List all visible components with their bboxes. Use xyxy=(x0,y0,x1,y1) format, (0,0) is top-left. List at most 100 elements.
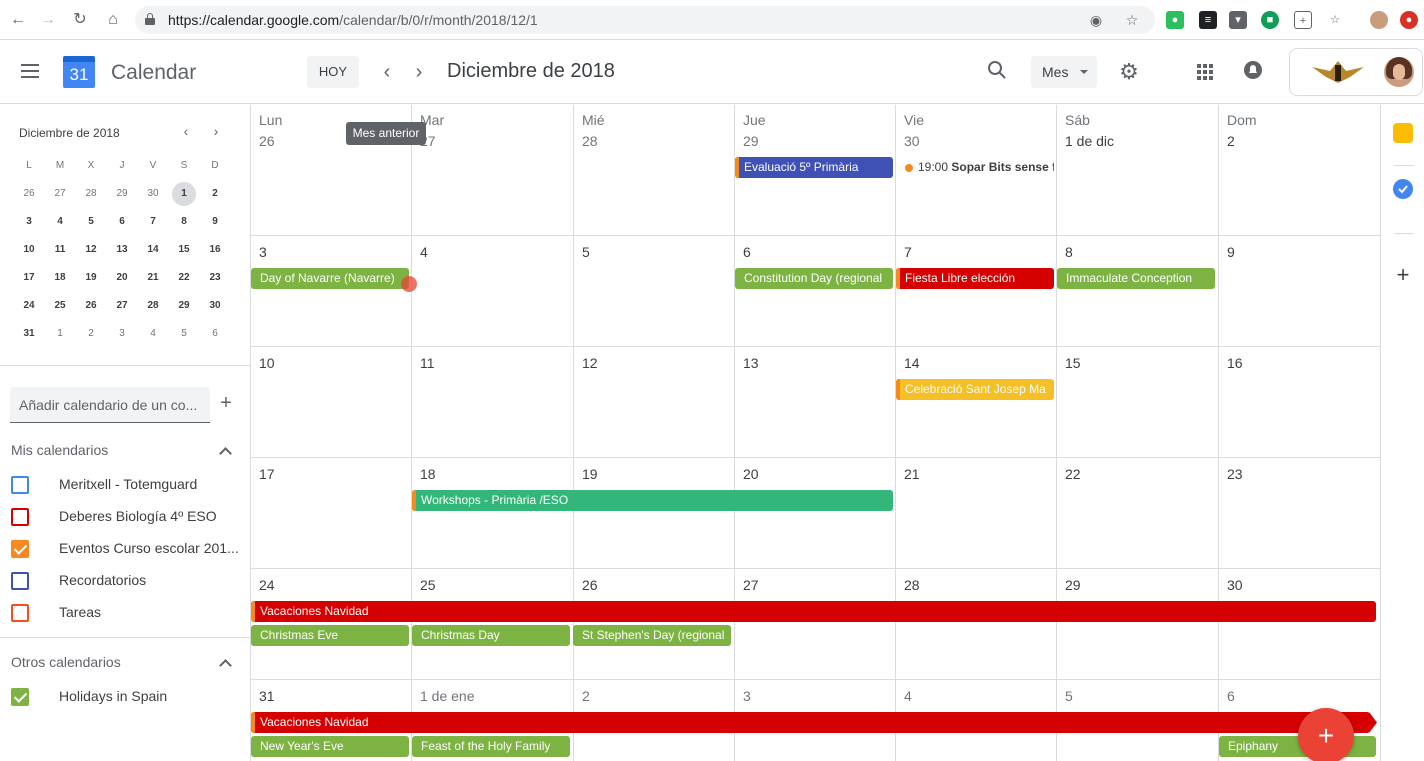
star-extension-icon[interactable]: ☆ xyxy=(1326,11,1344,29)
event-chip[interactable]: Evaluació 5º Primària xyxy=(735,157,893,178)
previous-month-chevron-icon[interactable]: ‹ xyxy=(375,60,399,84)
mini-calendar-day[interactable]: 7 xyxy=(141,210,165,234)
mini-calendar-day[interactable]: 17 xyxy=(17,266,41,290)
mini-calendar-day[interactable]: 28 xyxy=(141,294,165,318)
mini-calendar-day[interactable]: 4 xyxy=(141,322,165,346)
event-chip[interactable]: New Year's Eve xyxy=(251,736,409,757)
event-chip[interactable]: Vacaciones Navidad xyxy=(251,601,1376,622)
event-chip[interactable]: Day of Navarre (Navarre) xyxy=(251,268,409,289)
mini-calendar-day[interactable]: 22 xyxy=(172,266,196,290)
day-number[interactable]: 5 xyxy=(582,244,590,260)
day-number[interactable]: 30 xyxy=(1227,577,1243,593)
mini-calendar-day[interactable]: 4 xyxy=(48,210,72,234)
day-number[interactable]: 29 xyxy=(1065,577,1081,593)
mini-calendar-day[interactable]: 25 xyxy=(48,294,72,318)
mini-calendar-day[interactable]: 2 xyxy=(203,182,227,206)
mini-calendar-day[interactable]: 12 xyxy=(79,238,103,262)
keep-icon[interactable] xyxy=(1393,123,1413,143)
day-number[interactable]: 4 xyxy=(904,688,912,704)
mini-calendar-day[interactable]: 16 xyxy=(203,238,227,262)
day-number[interactable]: 3 xyxy=(259,244,267,260)
mini-calendar-day[interactable]: 2 xyxy=(79,322,103,346)
day-number[interactable]: 12 xyxy=(582,355,598,371)
calendar-checkbox[interactable] xyxy=(11,572,29,590)
mini-calendar-day[interactable]: 3 xyxy=(17,210,41,234)
pocket-icon[interactable]: ▾ xyxy=(1229,11,1247,29)
mini-calendar-day[interactable]: 5 xyxy=(79,210,103,234)
day-number[interactable]: 11 xyxy=(420,355,435,371)
mini-calendar-day[interactable]: 18 xyxy=(48,266,72,290)
calendar-list-item[interactable]: Eventos Curso escolar 201... xyxy=(11,537,247,561)
event-chip[interactable]: Vacaciones Navidad xyxy=(251,712,1370,733)
other-calendars-chevron-up-icon[interactable] xyxy=(219,657,233,671)
calendar-list-item[interactable]: Deberes Biología 4º ESO xyxy=(11,505,247,529)
day-number[interactable]: 20 xyxy=(743,466,759,482)
day-number[interactable]: 2 xyxy=(1227,133,1235,149)
create-event-plus-icon[interactable]: + xyxy=(1298,708,1354,761)
calendar-list-item[interactable]: Holidays in Spain xyxy=(11,685,247,709)
day-number[interactable]: 13 xyxy=(743,355,759,371)
calendar-checkbox[interactable] xyxy=(11,604,29,622)
day-number[interactable]: 23 xyxy=(1227,466,1243,482)
day-number[interactable]: 15 xyxy=(1065,355,1081,371)
home-icon[interactable]: ⌂ xyxy=(103,10,123,30)
today-button[interactable]: HOY xyxy=(307,56,359,88)
calendar-checkbox[interactable] xyxy=(11,688,29,706)
eye-icon[interactable]: ◉ xyxy=(1087,11,1105,29)
other-calendars-title[interactable]: Otros calendarios xyxy=(11,654,121,670)
bookmark-star-icon[interactable]: ☆ xyxy=(1123,11,1141,29)
notifications-icon[interactable] xyxy=(1241,60,1265,84)
evernote-icon[interactable]: ● xyxy=(1166,11,1184,29)
main-menu-icon[interactable] xyxy=(21,64,39,78)
event-chip[interactable]: Fiesta Libre elección xyxy=(896,268,1054,289)
mini-calendar-day[interactable]: 1 xyxy=(172,182,196,206)
mini-calendar-day[interactable]: 30 xyxy=(141,182,165,206)
event-chip[interactable]: Constitution Day (regional xyxy=(735,268,893,289)
reload-icon[interactable]: ↻ xyxy=(70,10,90,30)
search-icon[interactable] xyxy=(985,60,1009,84)
add-calendar-input[interactable]: Añadir calendario de un co... xyxy=(10,387,210,423)
day-number[interactable]: 31 xyxy=(259,688,275,704)
mini-calendar-day[interactable]: 24 xyxy=(17,294,41,318)
gear-icon[interactable]: ⚙ xyxy=(1117,60,1141,84)
event-chip[interactable]: Christmas Eve xyxy=(251,625,409,646)
my-calendars-chevron-up-icon[interactable] xyxy=(219,445,233,459)
day-number[interactable]: 19 xyxy=(582,466,598,482)
day-number[interactable]: 29 xyxy=(743,133,759,149)
profile-avatar-icon[interactable] xyxy=(1370,11,1388,29)
day-number[interactable]: 7 xyxy=(904,244,912,260)
buffer-icon[interactable]: ≡ xyxy=(1199,11,1217,29)
day-number[interactable]: 2 xyxy=(582,688,590,704)
apps-grid-icon[interactable] xyxy=(1197,64,1213,80)
mini-calendar-day[interactable]: 31 xyxy=(17,322,41,346)
mini-calendar-day[interactable]: 29 xyxy=(110,182,134,206)
day-number[interactable]: 30 xyxy=(904,133,920,149)
tasks-icon[interactable] xyxy=(1393,179,1413,199)
day-number[interactable]: 6 xyxy=(743,244,751,260)
mini-calendar-day[interactable]: 27 xyxy=(48,182,72,206)
add-calendar-plus-icon[interactable]: + xyxy=(216,393,236,413)
day-number[interactable]: 1 de ene xyxy=(420,688,475,704)
day-number[interactable]: 27 xyxy=(743,577,759,593)
mini-calendar-day[interactable]: 23 xyxy=(203,266,227,290)
day-number[interactable]: 3 xyxy=(743,688,751,704)
forward-arrow-icon[interactable]: → xyxy=(38,10,58,30)
event-chip[interactable]: Workshops - Primària /ESO xyxy=(412,490,893,511)
mini-calendar-day[interactable]: 29 xyxy=(172,294,196,318)
mini-calendar-day[interactable]: 21 xyxy=(141,266,165,290)
event-chip[interactable]: Christmas Day xyxy=(412,625,570,646)
calendar-list-item[interactable]: Meritxell - Totemguard xyxy=(11,473,247,497)
day-number[interactable]: 21 xyxy=(904,466,920,482)
day-number[interactable]: 22 xyxy=(1065,466,1081,482)
mini-calendar-day[interactable]: 19 xyxy=(79,266,103,290)
mini-prev-chevron-icon[interactable]: ‹ xyxy=(178,123,194,139)
screenshot-extension-icon[interactable]: + xyxy=(1294,11,1312,29)
mini-calendar-day[interactable]: 6 xyxy=(110,210,134,234)
day-number[interactable]: 16 xyxy=(1227,355,1243,371)
mini-calendar-day[interactable]: 26 xyxy=(79,294,103,318)
account-switcher[interactable] xyxy=(1289,48,1423,96)
mini-calendar-day[interactable]: 5 xyxy=(172,322,196,346)
day-number[interactable]: 26 xyxy=(582,577,598,593)
mini-calendar-day[interactable]: 30 xyxy=(203,294,227,318)
event-chip[interactable]: Immaculate Conception xyxy=(1057,268,1215,289)
